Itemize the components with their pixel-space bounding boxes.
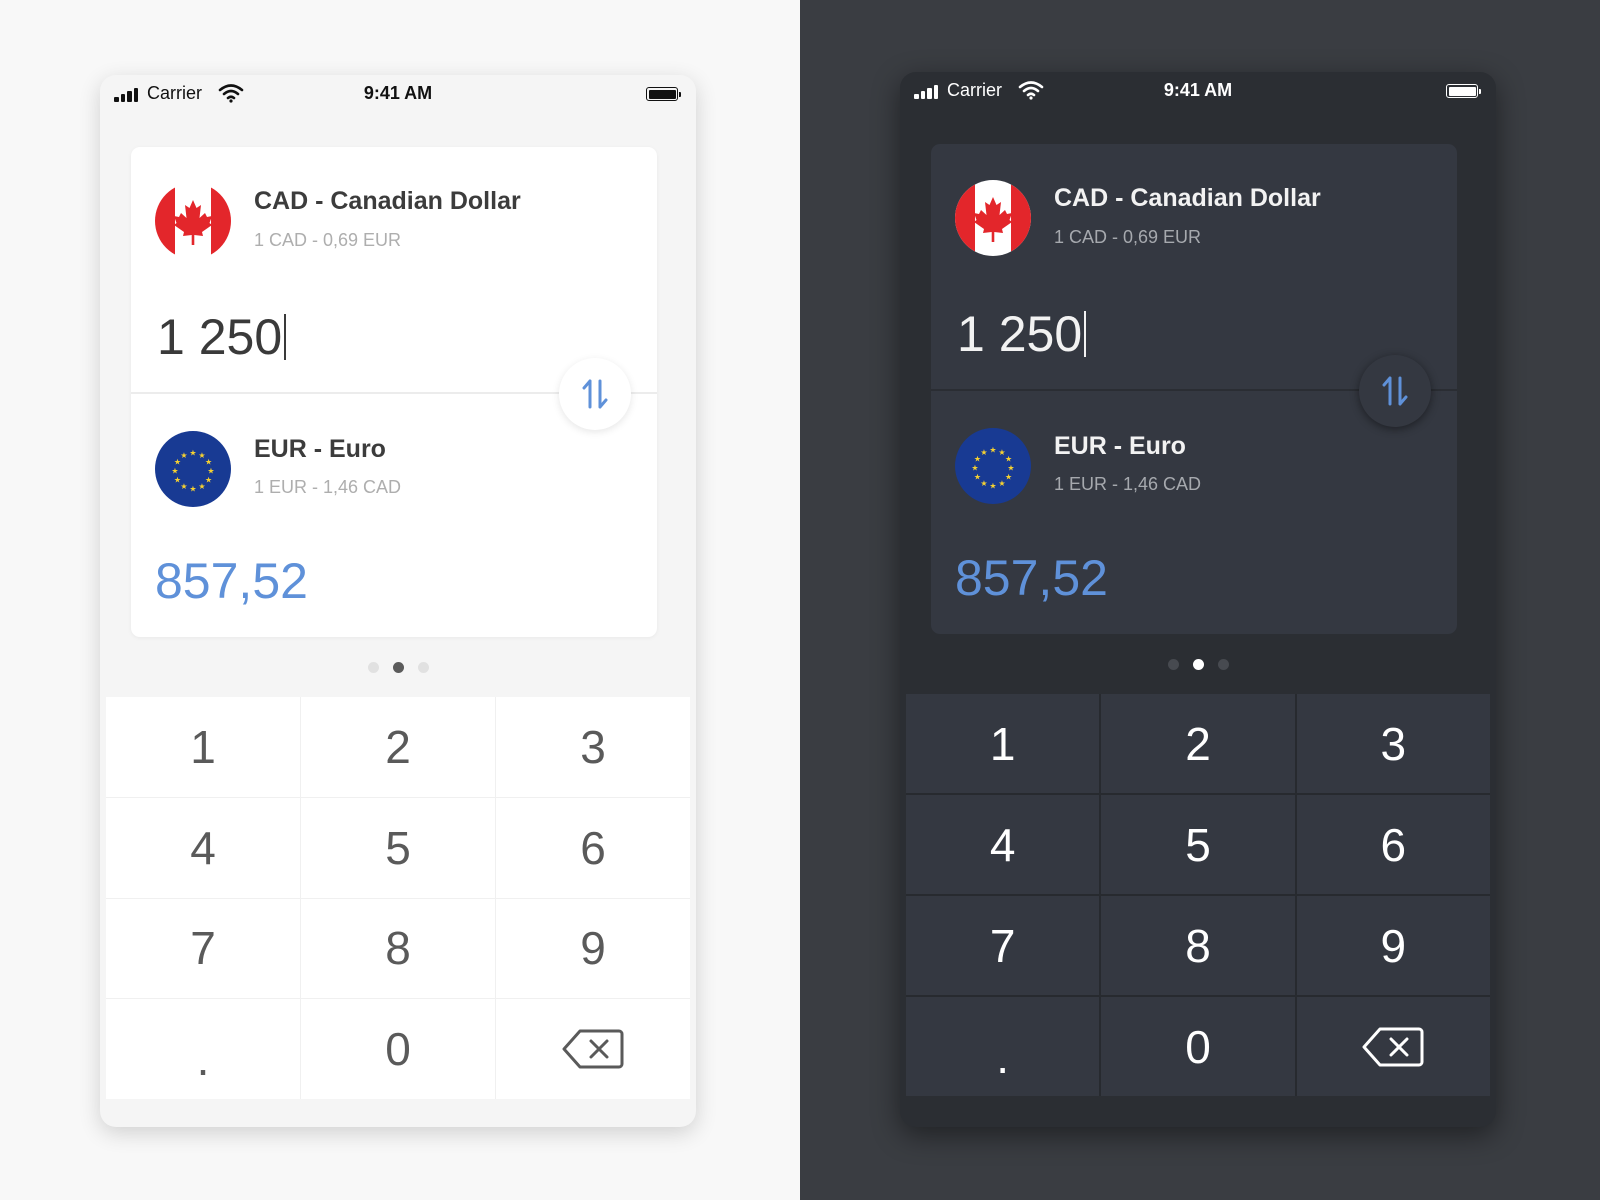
- dark-theme-preview: Carrier 9:41 AM CAD - Canadian Dollar 1 …: [800, 0, 1600, 1200]
- key-2[interactable]: 2: [301, 697, 495, 797]
- phone-screen-light: Carrier 9:41 AM CAD - Canadian Dollar 1 …: [100, 75, 696, 1127]
- swap-vertical-icon: [1382, 376, 1408, 406]
- text-cursor: [1084, 311, 1087, 357]
- eu-flag-icon[interactable]: ★ ★ ★ ★ ★ ★ ★ ★ ★ ★ ★ ★: [955, 428, 1031, 504]
- page-dot-active[interactable]: [1192, 659, 1204, 670]
- status-bar: Carrier 9:41 AM: [900, 72, 1496, 110]
- key-decimal[interactable]: .: [106, 999, 300, 1099]
- page-dot[interactable]: [367, 662, 379, 673]
- key-3[interactable]: 3: [1296, 694, 1490, 793]
- key-5[interactable]: 5: [1101, 795, 1295, 894]
- key-5[interactable]: 5: [301, 797, 495, 898]
- svg-text:★: ★: [205, 476, 212, 485]
- from-currency-rate: 1 CAD - 0,69 EUR: [1054, 227, 1202, 247]
- swap-button[interactable]: [1359, 355, 1431, 427]
- key-7[interactable]: 7: [106, 898, 300, 999]
- key-2[interactable]: 2: [1101, 694, 1295, 793]
- key-4[interactable]: 4: [106, 797, 300, 898]
- to-currency-name[interactable]: EUR - Euro: [254, 435, 386, 464]
- numeric-keypad: 1 2 3 4 5 6 7 8 9 . 0: [106, 697, 690, 1099]
- converted-amount: 857,52: [155, 553, 308, 609]
- key-8[interactable]: 8: [1101, 896, 1295, 995]
- to-currency-name[interactable]: EUR - Euro: [1054, 432, 1186, 461]
- to-currency-rate: 1 EUR - 1,46 CAD: [1054, 474, 1202, 494]
- key-backspace[interactable]: [1296, 997, 1490, 1096]
- key-9[interactable]: 9: [1296, 896, 1490, 995]
- status-time: 9:41 AM: [1163, 80, 1233, 100]
- backspace-icon: [1362, 1027, 1424, 1066]
- key-8[interactable]: 8: [301, 898, 495, 999]
- battery-icon: [1446, 84, 1482, 100]
- svg-text:★: ★: [174, 476, 181, 485]
- svg-text:★: ★: [189, 449, 196, 458]
- backspace-icon: [562, 1029, 624, 1069]
- svg-text:★: ★: [1005, 473, 1012, 482]
- svg-text:★: ★: [974, 473, 981, 482]
- amount-value: 1 250: [957, 306, 1083, 362]
- canada-flag-icon[interactable]: [155, 183, 231, 259]
- text-cursor: [284, 314, 287, 360]
- page-indicator: [900, 659, 1496, 670]
- key-1[interactable]: 1: [906, 694, 1100, 793]
- status-time: 9:41 AM: [363, 83, 433, 103]
- amount-input[interactable]: 1 250: [957, 304, 1087, 364]
- svg-text:★: ★: [189, 485, 196, 494]
- svg-text:★: ★: [1007, 464, 1014, 473]
- key-decimal-label: .: [996, 1030, 1010, 1083]
- from-currency-rate: 1 CAD - 0,69 EUR: [254, 230, 402, 250]
- svg-text:★: ★: [971, 464, 978, 473]
- svg-text:★: ★: [998, 479, 1005, 488]
- to-currency-rate: 1 EUR - 1,46 CAD: [254, 477, 402, 497]
- swap-vertical-icon: [582, 379, 608, 409]
- page-dot[interactable]: [1167, 659, 1179, 670]
- key-backspace[interactable]: [496, 999, 690, 1099]
- key-decimal[interactable]: .: [906, 997, 1100, 1096]
- svg-text:★: ★: [180, 482, 187, 491]
- status-bar: Carrier 9:41 AM: [100, 75, 696, 113]
- key-6[interactable]: 6: [1296, 795, 1490, 894]
- svg-text:★: ★: [989, 446, 996, 455]
- from-currency-name[interactable]: CAD - Canadian Dollar: [254, 187, 521, 216]
- svg-text:★: ★: [180, 451, 187, 460]
- amount-input[interactable]: 1 250: [157, 307, 287, 367]
- svg-text:★: ★: [205, 458, 212, 467]
- key-7[interactable]: 7: [906, 896, 1100, 995]
- numeric-keypad: 1 2 3 4 5 6 7 8 9 . 0: [906, 694, 1490, 1096]
- key-0[interactable]: 0: [1101, 997, 1295, 1096]
- svg-text:★: ★: [207, 467, 214, 476]
- converter-card: CAD - Canadian Dollar 1 CAD - 0,69 EUR 1…: [931, 144, 1457, 634]
- key-4[interactable]: 4: [906, 795, 1100, 894]
- svg-text:★: ★: [171, 467, 178, 476]
- phone-screen-dark: Carrier 9:41 AM CAD - Canadian Dollar 1 …: [900, 72, 1496, 1127]
- key-decimal-label: .: [196, 1033, 210, 1086]
- canada-flag-icon[interactable]: [955, 180, 1031, 256]
- page-dot[interactable]: [417, 662, 429, 673]
- svg-text:★: ★: [198, 482, 205, 491]
- converted-amount: 857,52: [955, 550, 1108, 606]
- key-9[interactable]: 9: [496, 898, 690, 999]
- light-theme-preview: Carrier 9:41 AM CAD - Canadian Dollar 1 …: [0, 0, 800, 1200]
- key-6[interactable]: 6: [496, 797, 690, 898]
- converter-card: CAD - Canadian Dollar 1 CAD - 0,69 EUR 1…: [131, 147, 657, 637]
- swap-button[interactable]: [559, 358, 631, 430]
- key-3[interactable]: 3: [496, 697, 690, 797]
- amount-value: 1 250: [157, 309, 283, 365]
- battery-icon: [646, 87, 682, 103]
- from-currency-name[interactable]: CAD - Canadian Dollar: [1054, 184, 1321, 213]
- svg-text:★: ★: [989, 482, 996, 491]
- page-indicator: [100, 662, 696, 673]
- svg-text:★: ★: [980, 479, 987, 488]
- page-dot[interactable]: [1217, 659, 1229, 670]
- key-1[interactable]: 1: [106, 697, 300, 797]
- svg-text:★: ★: [980, 448, 987, 457]
- key-0[interactable]: 0: [301, 999, 495, 1099]
- page-dot-active[interactable]: [392, 662, 404, 673]
- svg-text:★: ★: [1005, 455, 1012, 464]
- eu-flag-icon[interactable]: ★ ★ ★ ★ ★ ★ ★ ★ ★ ★ ★ ★: [155, 431, 231, 507]
